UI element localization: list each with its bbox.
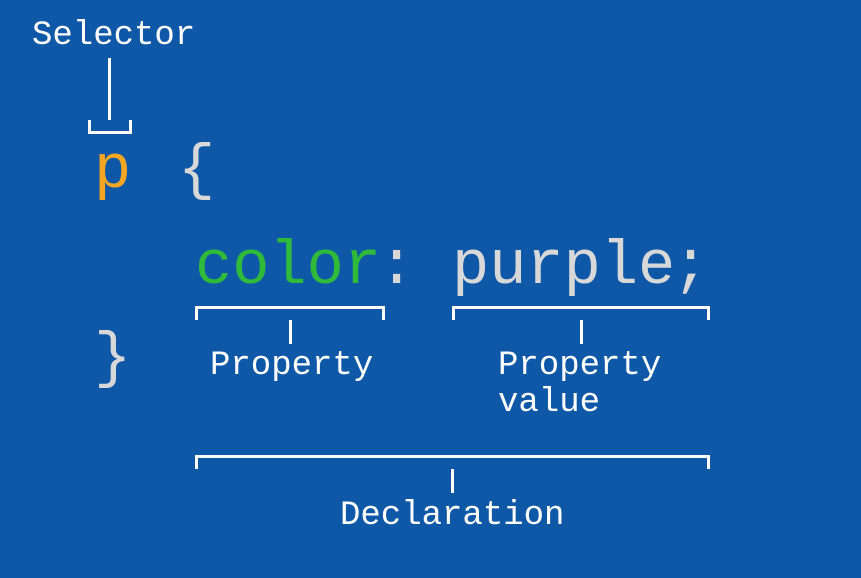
selector-bracket bbox=[88, 120, 132, 134]
declaration-stem bbox=[451, 469, 454, 493]
property-bracket bbox=[195, 306, 385, 320]
code-value: purple bbox=[452, 236, 675, 298]
property-value-stem bbox=[580, 320, 583, 344]
property-label: Property bbox=[210, 348, 373, 385]
property-stem bbox=[289, 320, 292, 344]
code-colon: : bbox=[378, 236, 415, 298]
declaration-bracket bbox=[195, 455, 710, 469]
code-semicolon: ; bbox=[672, 236, 709, 298]
selector-stem bbox=[108, 58, 111, 120]
code-close-brace: } bbox=[94, 328, 131, 390]
code-open-brace: { bbox=[178, 140, 215, 202]
code-property: color bbox=[195, 236, 381, 298]
code-selector: p bbox=[94, 140, 131, 202]
property-value-bracket bbox=[452, 306, 710, 320]
selector-label: Selector bbox=[32, 18, 195, 55]
declaration-label: Declaration bbox=[340, 498, 564, 535]
property-value-label: Property value bbox=[498, 348, 661, 423]
